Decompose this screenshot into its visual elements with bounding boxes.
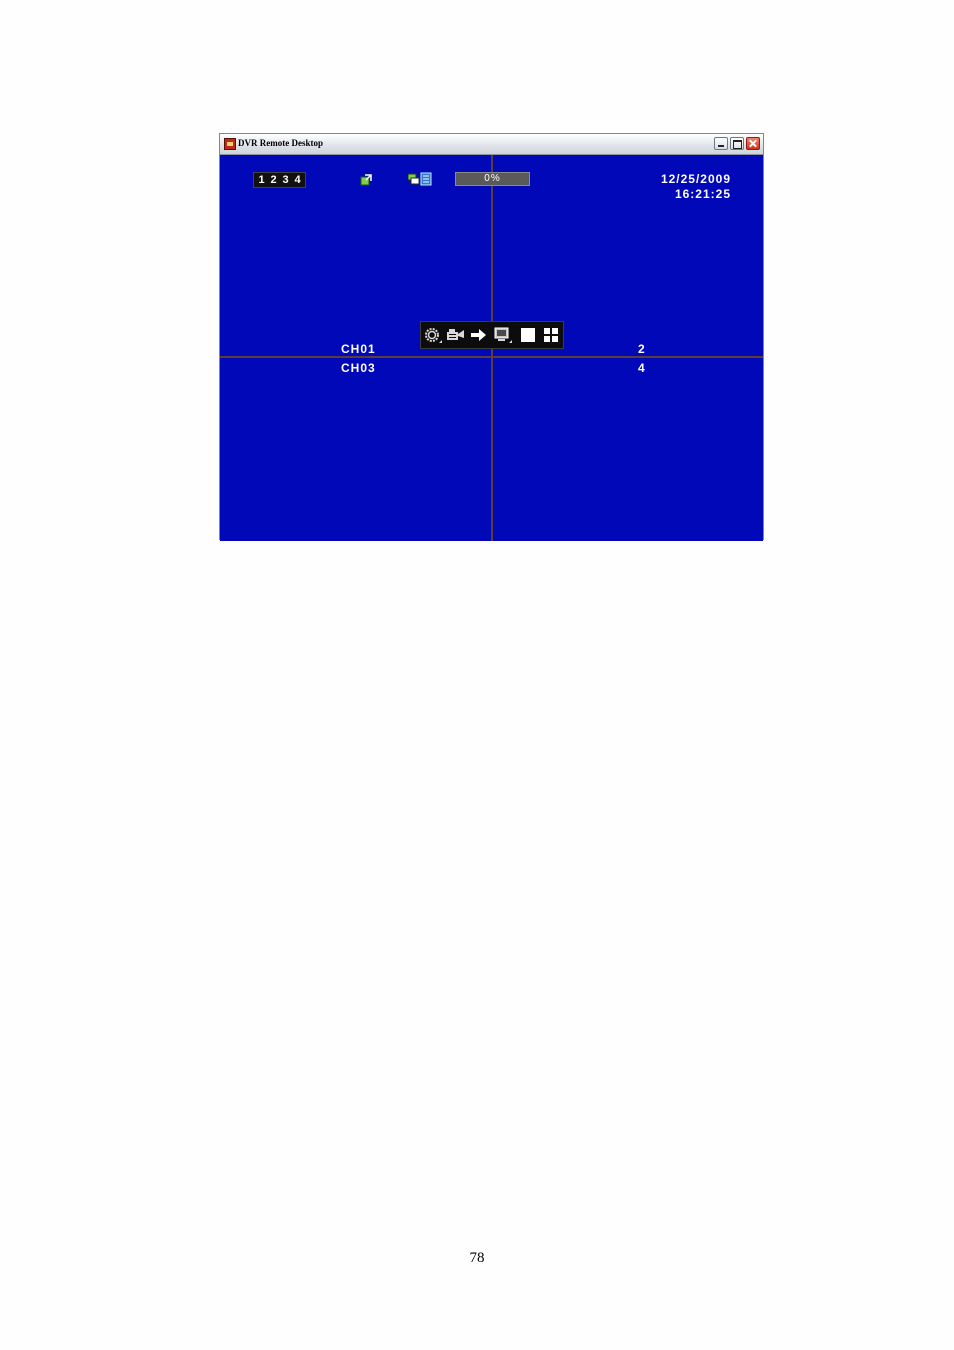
app-icon (224, 138, 236, 150)
control-toolbar (420, 321, 564, 349)
channel-4-indicator[interactable]: 4 (292, 173, 303, 187)
single-screen-icon[interactable] (518, 326, 538, 344)
monitor-icon[interactable] (493, 326, 513, 344)
quad-screen-icon[interactable] (541, 326, 561, 344)
channel-1-label: CH01 (341, 342, 376, 356)
horizontal-divider (220, 356, 763, 358)
camera-icon[interactable] (446, 326, 466, 344)
arrow-right-icon[interactable] (469, 326, 489, 344)
close-button[interactable] (746, 137, 760, 150)
channel-2-label: 2 (638, 342, 646, 356)
date-display: 12/25/2009 (660, 172, 731, 186)
hdd-usage-progress: 0% (455, 172, 530, 186)
channel-3-label: CH03 (341, 361, 376, 375)
page-number: 78 (469, 1250, 485, 1266)
channel-selector[interactable]: 1 2 3 4 (253, 172, 306, 188)
minimize-button[interactable] (714, 137, 728, 150)
progress-text: 0% (484, 173, 501, 184)
title-bar[interactable]: DVR Remote Desktop (220, 134, 763, 155)
channel-3-indicator[interactable]: 3 (280, 173, 291, 187)
hdd-status-icon (407, 172, 432, 186)
window-title: DVR Remote Desktop (238, 138, 323, 148)
channel-1-indicator[interactable]: 1 (256, 173, 267, 187)
network-status-icon (360, 173, 372, 186)
dvr-remote-desktop-window: DVR Remote Desktop 1 2 3 4 0% 12/25/2009… (219, 133, 764, 541)
video-display[interactable]: 1 2 3 4 0% 12/25/2009 16:21:25 CH01 2 CH… (220, 155, 763, 541)
channel-4-label: 4 (638, 361, 646, 375)
time-display: 16:21:25 (674, 187, 731, 201)
channel-2-indicator[interactable]: 2 (268, 173, 279, 187)
maximize-button[interactable] (730, 137, 744, 150)
gear-icon[interactable] (423, 326, 443, 344)
